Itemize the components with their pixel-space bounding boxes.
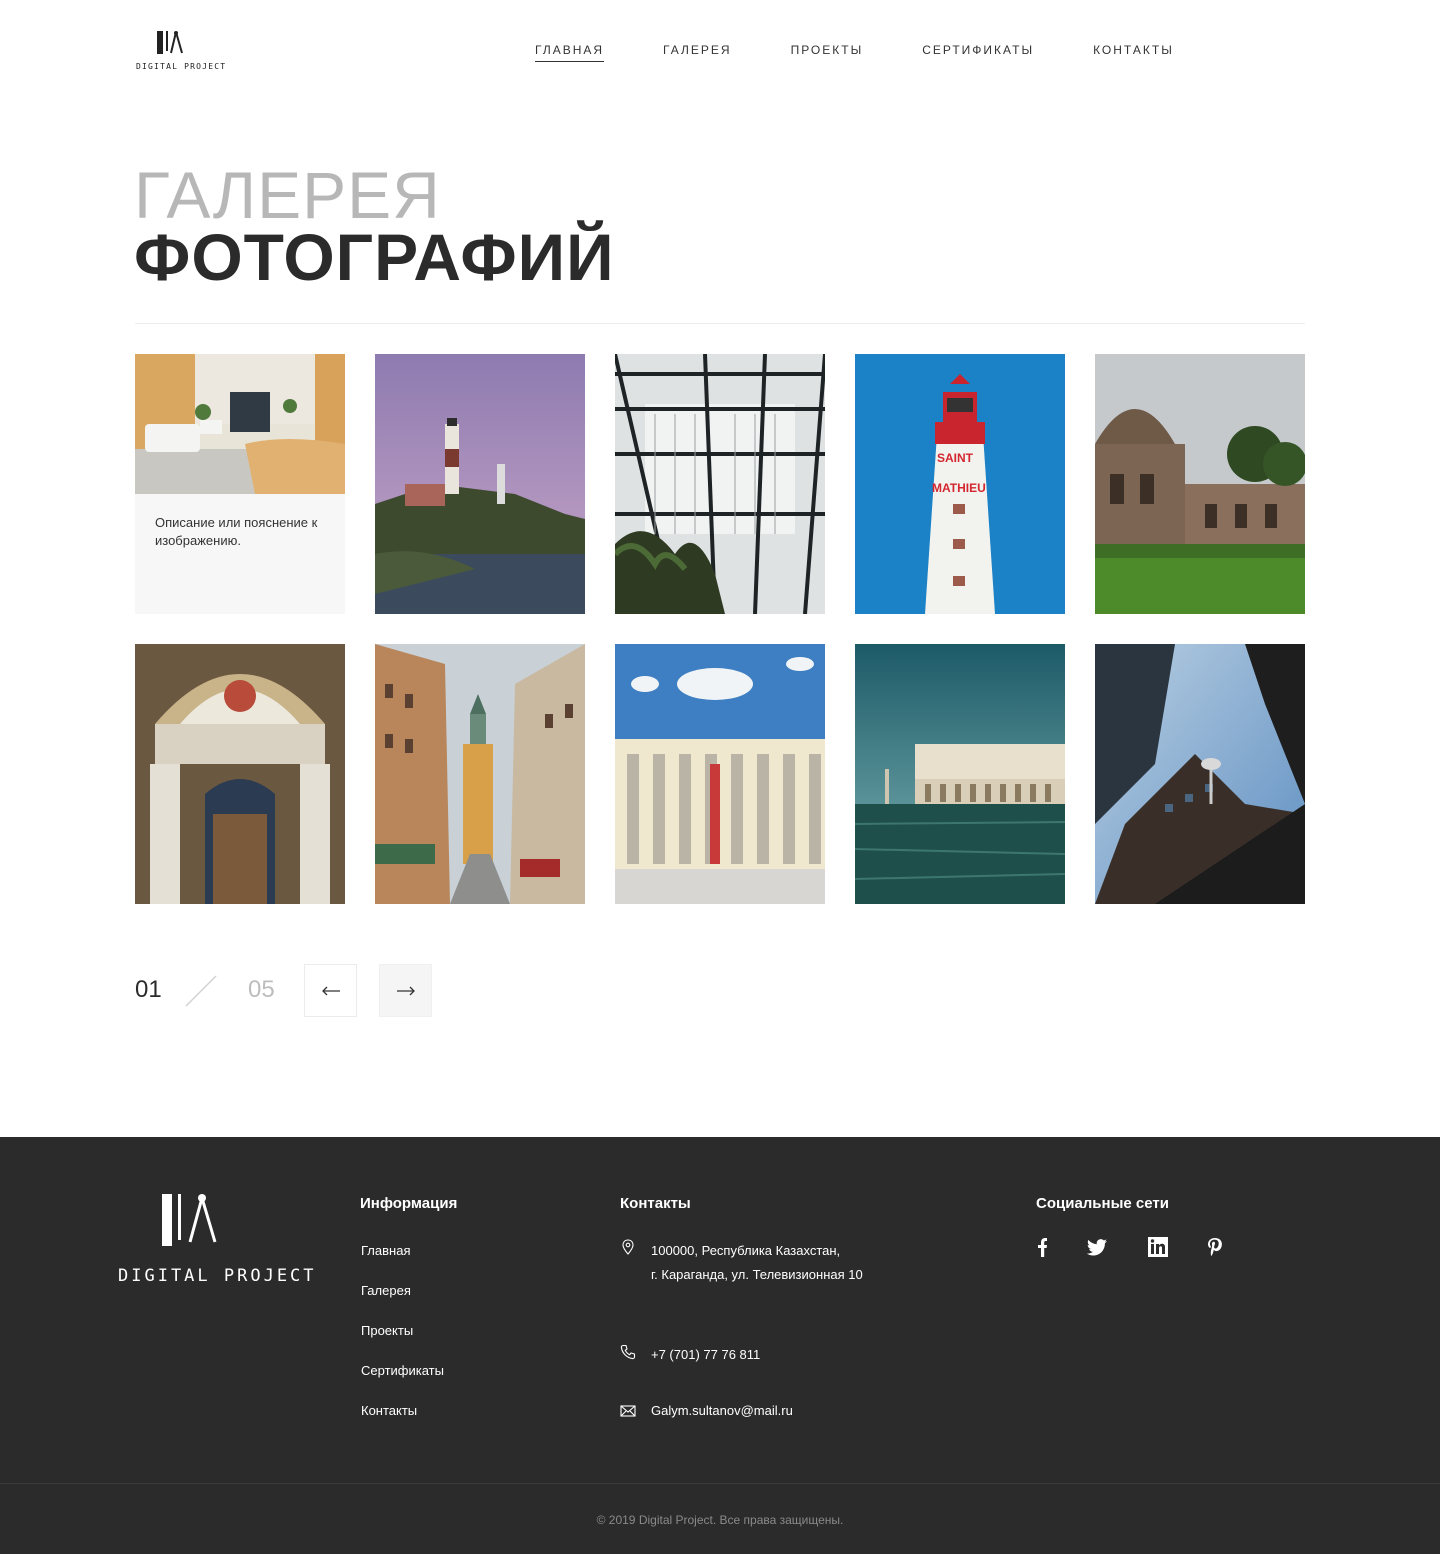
footer-link-gallery[interactable]: Галерея bbox=[361, 1283, 411, 1298]
nav-item-gallery[interactable]: ГАЛЕРЕЯ bbox=[663, 43, 732, 62]
gallery-tile-lobby[interactable]: Описание или пояснение к изображению. bbox=[135, 354, 345, 614]
prev-page-button[interactable] bbox=[304, 964, 357, 1017]
image-caption-box: Описание или пояснение к изображению. bbox=[135, 494, 345, 614]
nav-item-contacts[interactable]: КОНТАКТЫ bbox=[1093, 43, 1174, 62]
lighthouse-red-photo: SAINT MATHIEU bbox=[855, 354, 1065, 614]
main-nav: ГЛАВНАЯ ГАЛЕРЕЯ ПРОЕКТЫ СЕРТИФИКАТЫ КОНТ… bbox=[535, 43, 1233, 62]
gallery-tile-colonnade[interactable] bbox=[615, 644, 825, 904]
copyright: © 2019 Digital Project. Все права защище… bbox=[596, 1513, 844, 1527]
mail-icon bbox=[620, 1405, 636, 1417]
lighthouse-cliff-photo bbox=[375, 354, 585, 614]
glass-roof-photo bbox=[615, 354, 825, 614]
nav-item-projects[interactable]: ПРОЕКТЫ bbox=[791, 43, 864, 62]
lobby-photo bbox=[135, 354, 345, 494]
footer-social-title: Социальные сети bbox=[1036, 1195, 1169, 1212]
svg-text:SAINT: SAINT bbox=[937, 451, 974, 465]
svg-text:MATHIEU: MATHIEU bbox=[932, 481, 986, 495]
footer-link-home[interactable]: Главная bbox=[361, 1243, 410, 1258]
footer-phone[interactable]: +7 (701) 77 76 811 bbox=[651, 1343, 760, 1367]
skyscrapers-photo bbox=[1095, 644, 1305, 904]
arrow-left-icon bbox=[321, 986, 340, 995]
gallery-tile-glass-roof[interactable] bbox=[615, 354, 825, 614]
footer-link-certificates[interactable]: Сертификаты bbox=[361, 1363, 444, 1378]
location-pin-icon bbox=[622, 1239, 634, 1255]
gallery-tile-old-town-street[interactable] bbox=[375, 644, 585, 904]
twitter-icon[interactable] bbox=[1086, 1236, 1108, 1258]
site-header: DIGITAL PROJECT ГЛАВНАЯ ГАЛЕРЕЯ ПРОЕКТЫ … bbox=[0, 0, 1440, 100]
venice-palace-photo bbox=[855, 644, 1065, 904]
logo-text: DIGITAL PROJECT bbox=[136, 62, 227, 71]
church-interior-photo bbox=[135, 644, 345, 904]
pager-slash-icon bbox=[185, 975, 217, 1007]
old-town-street-photo bbox=[375, 644, 585, 904]
logo-mark-icon bbox=[157, 31, 183, 54]
footer-logo-mark-icon bbox=[162, 1194, 217, 1246]
colonnade-building-photo bbox=[615, 644, 825, 904]
footer-bottom-bar: © 2019 Digital Project. Все права защище… bbox=[0, 1483, 1440, 1554]
gallery-tile-church-interior[interactable] bbox=[135, 644, 345, 904]
next-page-button[interactable] bbox=[379, 964, 432, 1017]
footer-logo-text: DIGITAL PROJECT bbox=[118, 1266, 317, 1286]
site-footer: DIGITAL PROJECT Информация Главная Галер… bbox=[0, 1137, 1440, 1554]
title-divider bbox=[135, 323, 1305, 324]
phone-icon bbox=[620, 1344, 636, 1360]
linkedin-icon[interactable] bbox=[1147, 1236, 1169, 1258]
footer-link-projects[interactable]: Проекты bbox=[361, 1323, 413, 1338]
footer-logo[interactable]: DIGITAL PROJECT bbox=[118, 1192, 314, 1287]
footer-address-line1: 100000, Республика Казахстан, bbox=[651, 1243, 841, 1258]
footer-link-contacts[interactable]: Контакты bbox=[361, 1403, 417, 1418]
pager-current: 01 bbox=[135, 976, 162, 1003]
domed-tomb-photo bbox=[1095, 354, 1305, 614]
nav-item-home[interactable]: ГЛАВНАЯ bbox=[535, 43, 605, 62]
nav-item-certificates[interactable]: СЕРТИФИКАТЫ bbox=[922, 43, 1034, 62]
arrow-right-icon bbox=[396, 986, 415, 995]
footer-address-line2: г. Караганда, ул. Телевизионная 10 bbox=[651, 1267, 863, 1282]
gallery-tile-lighthouse-cliff[interactable] bbox=[375, 354, 585, 614]
footer-contacts-title: Контакты bbox=[620, 1195, 691, 1212]
gallery-tile-lighthouse-red[interactable]: SAINT MATHIEU bbox=[855, 354, 1065, 614]
footer-email[interactable]: Galym.sultanov@mail.ru bbox=[651, 1399, 793, 1423]
logo[interactable]: DIGITAL PROJECT bbox=[136, 30, 225, 74]
page-title-bold: ФОТОГРАФИЙ bbox=[134, 220, 615, 294]
facebook-icon[interactable] bbox=[1032, 1236, 1054, 1258]
pager-total: 05 bbox=[248, 976, 275, 1003]
gallery-tile-domed-tomb[interactable] bbox=[1095, 354, 1305, 614]
gallery-tile-venice-palace[interactable] bbox=[855, 644, 1065, 904]
pinterest-icon[interactable] bbox=[1204, 1236, 1226, 1258]
footer-info-title: Информация bbox=[360, 1195, 458, 1212]
gallery-tile-skyscrapers[interactable] bbox=[1095, 644, 1305, 904]
image-caption: Описание или пояснение к изображению. bbox=[155, 515, 318, 548]
